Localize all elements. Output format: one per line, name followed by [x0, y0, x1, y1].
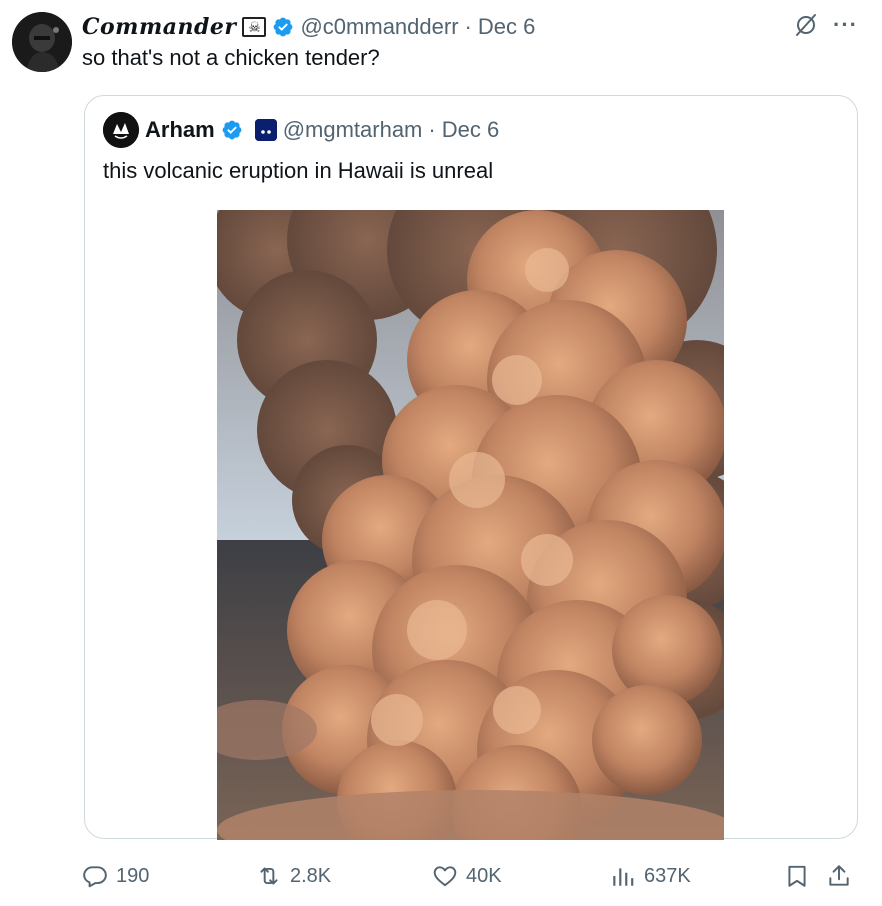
- views-button[interactable]: 637K: [610, 858, 691, 894]
- reply-count: 190: [116, 864, 150, 887]
- views-icon: [613, 868, 634, 886]
- tweet-text: so that's not a chicken tender?: [82, 45, 380, 70]
- share-button[interactable]: [826, 858, 852, 894]
- reply-button[interactable]: 190: [82, 858, 149, 894]
- quoted-tweet-text: this volcanic eruption in Hawaii is unre…: [103, 158, 494, 183]
- verified-icon: [222, 120, 242, 140]
- like-button[interactable]: 40K: [432, 858, 502, 894]
- affiliation-badge-icon[interactable]: [254, 119, 277, 141]
- like-icon: [433, 866, 457, 887]
- bookmark-button[interactable]: [784, 858, 810, 894]
- author-handle[interactable]: @c0mmandderr: [300, 14, 458, 40]
- tweet-date[interactable]: Dec 6: [478, 14, 535, 40]
- skull-badge-icon: ☠: [242, 17, 267, 37]
- share-icon: [829, 865, 849, 886]
- author-display-name[interactable]: Commander: [82, 14, 236, 40]
- tweet-top-actions: ···: [793, 12, 858, 38]
- tweet-header: Commander ☠ @c0mmandderr · Dec 6: [82, 12, 535, 42]
- quoted-handle[interactable]: @mgmtarham: [283, 117, 423, 143]
- views-count: 637K: [644, 864, 691, 887]
- verified-icon: [274, 17, 293, 37]
- volcano-photo[interactable]: [217, 210, 724, 840]
- bookmark-icon: [788, 865, 806, 887]
- repost-button[interactable]: 2.8K: [256, 858, 331, 894]
- separator-dot: ·: [464, 14, 472, 39]
- quoted-tweet-header: Arham @mgmtarham · Dec 6: [103, 112, 499, 148]
- quoted-tweet[interactable]: Arham @mgmtarham · Dec 6 this volcanic e…: [84, 95, 858, 840]
- reply-icon: [83, 866, 107, 888]
- quoted-date[interactable]: Dec 6: [442, 117, 499, 143]
- tweet[interactable]: Commander ☠ @c0mmandderr · Dec 6 ··· so …: [0, 0, 882, 906]
- like-count: 40K: [466, 864, 502, 887]
- repost-icon: [260, 867, 278, 885]
- tweet-actions: 190 2.8K 40K 637K: [82, 858, 866, 894]
- repost-count: 2.8K: [290, 864, 332, 887]
- separator-dot: ·: [428, 117, 436, 142]
- quoted-avatar[interactable]: [103, 112, 139, 148]
- more-icon[interactable]: ···: [833, 14, 858, 36]
- avatar[interactable]: [12, 12, 72, 72]
- grok-icon[interactable]: [793, 12, 819, 38]
- quoted-display-name[interactable]: Arham: [145, 117, 215, 143]
